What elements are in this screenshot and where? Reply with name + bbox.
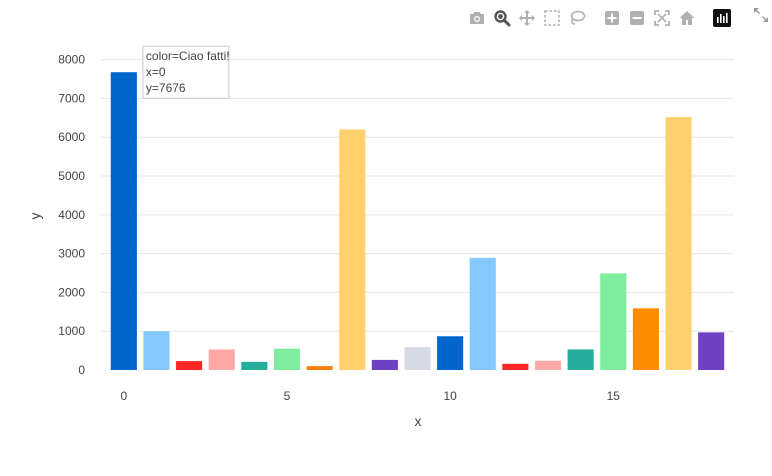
x-tick-label: 0 <box>120 389 127 403</box>
modebar <box>466 6 736 30</box>
bar[interactable] <box>273 348 301 370</box>
zoom-icon[interactable] <box>491 7 513 29</box>
x-axis-ticks: 0 5 10 15 <box>120 389 620 403</box>
bar[interactable] <box>241 361 268 370</box>
y-axis-title: y <box>27 213 43 220</box>
y-tick-label: 1000 <box>58 324 85 338</box>
bar[interactable] <box>469 257 496 370</box>
expand-icon[interactable] <box>750 4 772 26</box>
bar[interactable] <box>143 331 170 370</box>
autoscale-icon[interactable] <box>651 7 673 29</box>
bar[interactable] <box>437 336 464 370</box>
y-tick-label: 0 <box>78 363 85 377</box>
bar[interactable] <box>371 359 398 370</box>
tooltip-line: color=Ciao fatti! <box>146 49 230 63</box>
y-tick-label: 5000 <box>58 169 85 183</box>
bar[interactable] <box>567 349 594 370</box>
camera-icon[interactable] <box>466 7 488 29</box>
tooltip-line: y=7676 <box>146 81 186 95</box>
y-tick-label: 8000 <box>58 53 85 67</box>
x-tick-label: 15 <box>607 389 621 403</box>
bar[interactable] <box>534 360 562 370</box>
bar[interactable] <box>632 308 659 370</box>
bar[interactable] <box>176 361 203 370</box>
y-tick-label: 2000 <box>58 285 85 299</box>
bar[interactable] <box>502 363 529 370</box>
pan-icon[interactable] <box>516 7 538 29</box>
y-tick-label: 3000 <box>58 247 85 261</box>
x-axis-title: x <box>415 413 422 429</box>
hover-tooltip: color=Ciao fatti! x=0 y=7676 <box>142 45 230 99</box>
bar[interactable] <box>404 347 431 370</box>
bar[interactable] <box>306 366 333 370</box>
gridlines <box>101 59 734 332</box>
x-tick-label: 10 <box>443 389 457 403</box>
bar[interactable] <box>665 117 692 370</box>
bar[interactable] <box>208 349 235 370</box>
box-select-icon[interactable] <box>541 7 563 29</box>
bar[interactable] <box>110 72 137 370</box>
zoom-in-icon[interactable] <box>601 7 623 29</box>
y-tick-label: 7000 <box>58 91 85 105</box>
plotly-logo-icon[interactable] <box>711 7 733 29</box>
bar-chart: 0 1000 2000 3000 4000 5000 6000 7000 8000 0 5 10 15… <box>27 45 734 429</box>
lasso-select-icon[interactable] <box>566 7 588 29</box>
bars[interactable] <box>110 72 725 370</box>
reset-axes-icon[interactable] <box>676 7 698 29</box>
y-tick-label: 6000 <box>58 130 85 144</box>
bar[interactable] <box>698 332 725 370</box>
bar[interactable] <box>600 273 627 370</box>
y-tick-label: 4000 <box>58 208 85 222</box>
y-axis-ticks: 0 1000 2000 3000 4000 5000 6000 7000 8000 <box>58 53 85 377</box>
bar[interactable] <box>339 129 366 370</box>
tooltip-line: x=0 <box>146 65 166 79</box>
x-tick-label: 5 <box>284 389 291 403</box>
zoom-out-icon[interactable] <box>626 7 648 29</box>
